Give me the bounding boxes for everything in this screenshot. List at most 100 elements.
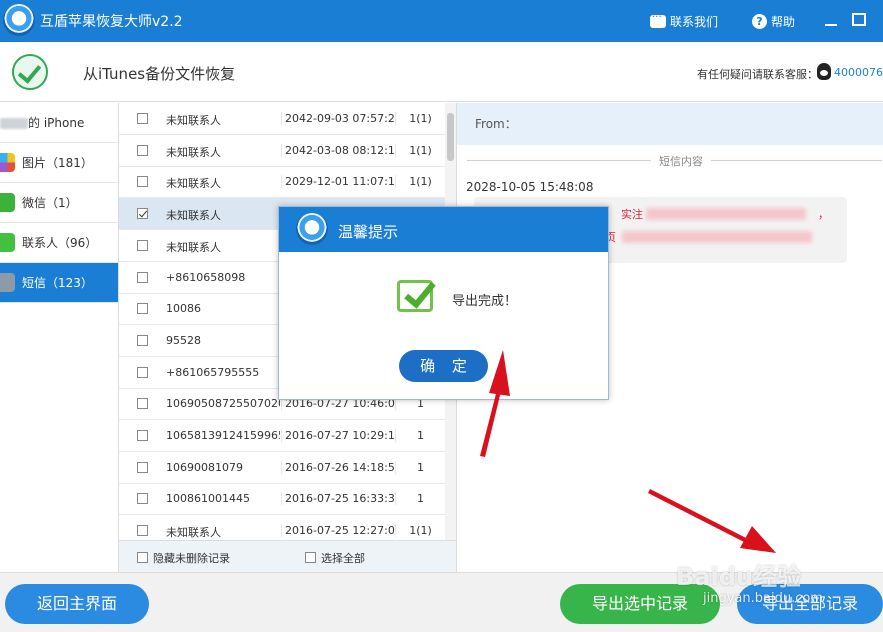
redacted-text xyxy=(622,231,812,243)
hide-deleted-checkbox[interactable] xyxy=(137,552,148,563)
message-row[interactable]: 10690081079 2016-07-26 14:18:54 1 xyxy=(119,452,445,484)
contact-name: 未知联系人 xyxy=(166,240,221,254)
row-checkbox[interactable] xyxy=(137,334,148,346)
hide-deleted-label: 隐藏未删除记录 xyxy=(153,552,230,565)
sidebar: 的 iPhone 图片（181） 微信（1） 联系人（96） 短信（123） xyxy=(0,103,119,572)
message-count: 1(1) xyxy=(395,112,445,125)
message-date: 2016-07-26 14:18:54 xyxy=(281,460,395,474)
export-complete-dialog: 温馨提示 导出完成！ 确 定 xyxy=(278,206,609,400)
minimize-button[interactable] xyxy=(824,13,838,27)
sidebar-item-wechat[interactable]: 微信（1） xyxy=(0,183,118,223)
scrollbar-thumb[interactable] xyxy=(447,113,454,161)
message-row[interactable]: 未知联系人 2016-07-25 12:27:05 1(1) xyxy=(119,515,445,540)
message-count: 1 xyxy=(395,429,445,442)
list-footer: 隐藏未删除记录 选择全部 xyxy=(119,540,456,572)
maximize-button[interactable] xyxy=(852,13,866,26)
contact-name: 100861001445 xyxy=(166,492,250,506)
message-fragment: ， xyxy=(818,208,829,221)
device-name: 的 iPhone xyxy=(0,103,118,143)
wechat-icon xyxy=(0,193,15,212)
row-checkbox[interactable] xyxy=(137,113,148,124)
contact-name: 未知联系人 xyxy=(166,114,221,127)
dialog-header: 温馨提示 xyxy=(279,207,608,252)
page-title: 从iTunes备份文件恢复 xyxy=(83,65,236,83)
support-label: 有任何疑问请联系客服： xyxy=(697,68,818,81)
contact-name: +861065795555 xyxy=(166,365,260,379)
contact-name: 未知联系人 xyxy=(166,526,221,540)
row-checkbox[interactable] xyxy=(137,461,148,473)
select-all-label: 选择全部 xyxy=(321,552,365,565)
message-row[interactable]: 未知联系人 2042-03-08 08:12:17 1(1) xyxy=(119,135,445,167)
sidebar-item-sms[interactable]: 短信（123） xyxy=(0,263,118,303)
select-all-checkbox[interactable] xyxy=(305,552,316,563)
app-title: 互盾苹果恢复大师v2.2 xyxy=(40,14,183,30)
app-logo-icon xyxy=(296,213,328,245)
section-label: 短信内容 xyxy=(651,153,711,169)
contact-name: +8610658098 xyxy=(166,270,246,284)
message-date: 2042-03-08 08:12:17 xyxy=(281,143,395,157)
message-fragment: 实注 xyxy=(621,208,643,221)
message-date: 2016-07-25 16:33:35 xyxy=(281,492,395,506)
redacted-text xyxy=(646,208,806,220)
message-row[interactable]: 未知联系人 2042-09-03 07:57:25 1(1) xyxy=(119,103,445,135)
sub-header: 从iTunes备份文件恢复 有任何疑问请联系客服： 40000763 xyxy=(0,42,883,102)
from-field: From： xyxy=(457,103,883,145)
row-checkbox[interactable] xyxy=(137,271,148,283)
message-row[interactable]: 未知联系人 2029-12-01 11:07:14 1(1) xyxy=(119,166,445,199)
row-checkbox[interactable] xyxy=(137,303,148,315)
message-date: 2016-07-25 12:27:05 xyxy=(281,524,395,538)
contacts-icon xyxy=(0,233,15,252)
contact-name: 95528 xyxy=(166,333,201,347)
message-row[interactable]: 100861001445 2016-07-25 16:33:35 1 xyxy=(119,483,445,516)
contact-name: 10690081079 xyxy=(166,460,243,474)
baidu-watermark-logo: Baidu经验 xyxy=(676,563,801,591)
contact-us-label: 联系我们 xyxy=(670,14,719,29)
row-checkbox[interactable] xyxy=(137,208,148,220)
checkmark-logo-icon xyxy=(12,54,48,90)
message-timestamp: 2028-10-05 15:48:08 xyxy=(466,180,594,194)
row-checkbox[interactable] xyxy=(137,366,148,378)
row-checkbox[interactable] xyxy=(137,176,148,188)
row-checkbox[interactable] xyxy=(137,239,148,251)
chat-bubble-icon xyxy=(650,12,666,28)
sidebar-item-photos[interactable]: 图片（181） xyxy=(0,143,118,183)
help-label: 帮助 xyxy=(771,14,796,29)
redacted-device-owner xyxy=(0,118,28,129)
question-mark-icon: ? xyxy=(752,13,767,29)
photos-icon xyxy=(0,153,15,172)
sidebar-item-label: 联系人（96） xyxy=(22,236,98,250)
contact-us-button[interactable]: 联系我们 xyxy=(650,12,718,30)
contact-name: 10086 xyxy=(166,302,201,316)
contact-name: 未知联系人 xyxy=(166,209,221,223)
message-date: 2042-09-03 07:57:25 xyxy=(281,112,395,125)
baidu-watermark-url: jingyan.baidu.com xyxy=(703,591,823,606)
help-button[interactable]: ? 帮助 xyxy=(752,12,795,30)
success-check-icon xyxy=(397,280,433,312)
row-checkbox[interactable] xyxy=(137,398,148,410)
app-logo-icon xyxy=(3,4,35,36)
message-row[interactable]: 106581391241599653 2016-07-27 10:29:13 1 xyxy=(119,420,445,452)
sidebar-item-label: 图片（181） xyxy=(22,156,93,170)
row-checkbox[interactable] xyxy=(137,525,148,537)
row-checkbox[interactable] xyxy=(137,144,148,156)
sidebar-item-label: 微信（1） xyxy=(22,196,78,210)
sms-icon xyxy=(0,273,15,292)
message-count: 1 xyxy=(395,492,445,506)
sidebar-item-label: 短信（123） xyxy=(22,276,93,290)
back-to-home-button[interactable]: 返回主界面 xyxy=(5,584,149,624)
message-date: 2029-12-01 11:07:14 xyxy=(281,175,395,189)
qq-penguin-icon xyxy=(817,63,831,80)
dialog-title: 温馨提示 xyxy=(338,223,399,241)
message-date: 2016-07-27 10:29:13 xyxy=(281,429,395,442)
row-checkbox[interactable] xyxy=(137,493,148,505)
row-checkbox[interactable] xyxy=(137,430,148,441)
message-count: 1(1) xyxy=(395,524,445,538)
device-label: 的 iPhone xyxy=(28,116,85,130)
ok-button[interactable]: 确 定 xyxy=(399,350,488,382)
support-qq-link[interactable]: 40000763 xyxy=(834,66,883,79)
sidebar-item-contacts[interactable]: 联系人（96） xyxy=(0,223,118,263)
message-count: 1(1) xyxy=(395,175,445,189)
contact-name: 106905087255070205 xyxy=(166,397,280,411)
contact-name: 未知联系人 xyxy=(166,145,221,159)
message-count: 1 xyxy=(395,460,445,474)
